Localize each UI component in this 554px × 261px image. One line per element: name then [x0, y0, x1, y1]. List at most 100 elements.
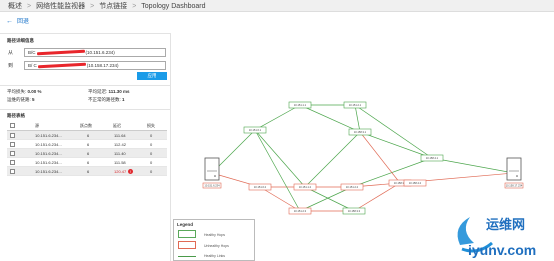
- breadcrumb-item-npm[interactable]: 网络性能监视器: [36, 1, 85, 11]
- hop-node[interactable]: 10.151.1.1: [288, 101, 312, 109]
- from-value-prefix: B/C: [28, 50, 36, 55]
- paths-table-header: 源 跃点数 延迟 损失: [7, 121, 167, 131]
- back-arrow-icon: ←: [6, 18, 13, 25]
- breadcrumb-separator: >: [27, 3, 32, 10]
- redaction-mark: [37, 63, 86, 69]
- row-loss: 0: [150, 142, 153, 147]
- server-node[interactable]: 10.151.6.234: [202, 157, 222, 189]
- node-label: 10.151.6.234: [204, 184, 220, 188]
- warning-icon: !: [128, 169, 134, 175]
- row-hops: 6: [87, 160, 90, 165]
- row-source: 10.151.6.234...: [35, 142, 62, 147]
- topology-link: [304, 131, 361, 188]
- to-field[interactable]: B/ C (10.158.17.234): [24, 61, 166, 70]
- legend-healthy-swatch: [178, 230, 196, 238]
- row-checkbox[interactable]: [10, 151, 15, 156]
- hop-node[interactable]: 10.151.6.2: [248, 183, 272, 191]
- row-loss: 0: [150, 151, 153, 156]
- hop-node[interactable]: 10.151.2.1: [343, 101, 367, 109]
- table-row[interactable]: 10.151.6.234... 6 111.40 0: [7, 149, 167, 158]
- hop-node[interactable]: 10.158.4.1: [420, 154, 444, 162]
- hop-node[interactable]: 10.151.6.1: [243, 126, 267, 134]
- row-checkbox[interactable]: [10, 142, 15, 147]
- row-source: 10.151.6.234...: [35, 151, 62, 156]
- legend-link-swatch: [178, 256, 196, 257]
- table-row[interactable]: 10.151.6.234... 6 120.47! 0: [7, 167, 167, 176]
- topology-link: [359, 131, 401, 184]
- node-label: 10.151.1.1: [294, 103, 307, 107]
- row-latency: 111.58: [114, 160, 126, 165]
- healthy-links-label: 运维的链路:: [7, 97, 31, 102]
- divider: [0, 33, 171, 34]
- hop-node[interactable]: 10.158.3.3: [342, 207, 366, 215]
- topology-link: [254, 104, 301, 131]
- paths-table-title: 路径表格: [7, 113, 25, 118]
- legend-healthy-links: Healthy Links: [204, 254, 226, 258]
- breadcrumb-bar: 概述 > 网络性能监视器 > 节点链接 > Topology Dashboard: [0, 0, 554, 12]
- legend-unhealthy-swatch: [178, 241, 196, 249]
- back-label: 回退: [17, 19, 30, 25]
- server-node[interactable]: 10.158.17.234: [504, 157, 524, 189]
- breadcrumb-item-current: Topology Dashboard: [141, 3, 206, 10]
- to-value-prefix: B/ C: [28, 63, 37, 68]
- row-hops: 6: [87, 151, 90, 156]
- breadcrumb-separator: >: [132, 3, 137, 10]
- breadcrumb: 概述 > 网络性能监视器 > 节点链接 > Topology Dashboard: [8, 1, 206, 11]
- unhealthy-paths-value: 1: [122, 97, 125, 102]
- row-hops: 6: [87, 169, 90, 174]
- row-checkbox[interactable]: [10, 160, 15, 165]
- watermark-url: iyunv.com: [468, 242, 536, 258]
- back-link[interactable]: ← 回退: [6, 16, 29, 25]
- topology-link: [254, 129, 301, 212]
- avg-latency-value: 111.30 ms: [108, 89, 130, 94]
- column-header-latency[interactable]: 延迟: [113, 123, 121, 129]
- path-settings-title: 路径详细信息: [7, 38, 34, 43]
- watermark-brand: 运维网: [486, 217, 525, 232]
- column-header-source[interactable]: 源: [35, 123, 39, 129]
- row-latency: 111.64: [114, 133, 126, 138]
- column-header-loss[interactable]: 损失: [147, 123, 155, 129]
- node-label: 10.151.2.2: [346, 185, 359, 189]
- table-row[interactable]: 10.151.6.234... 6 112.42 0: [7, 140, 167, 149]
- hop-node[interactable]: 10.151.1.2: [293, 183, 317, 191]
- hop-node[interactable]: 10.158.4.2: [403, 179, 427, 187]
- column-header-hops[interactable]: 跃点数: [80, 123, 92, 129]
- row-source: 10.151.6.234...: [35, 169, 62, 174]
- from-value-suffix: (10.151.6.234): [85, 50, 115, 55]
- node-label: 10.151.1.2: [299, 185, 312, 189]
- watermark: 运维网 iyunv.com: [448, 205, 554, 261]
- breadcrumb-item-overview[interactable]: 概述: [8, 1, 22, 11]
- hop-node[interactable]: 10.158.3.1: [348, 128, 372, 136]
- row-loss: 0: [150, 133, 153, 138]
- row-latency: 120.47!: [114, 169, 134, 175]
- table-row[interactable]: 10.151.6.234... 6 111.58 0: [7, 158, 167, 167]
- watermark-logo: 运维网 iyunv.com: [457, 217, 536, 258]
- breadcrumb-separator: >: [90, 3, 95, 10]
- topology-link: [354, 104, 361, 133]
- avg-latency-label: 平均延迟:: [88, 89, 108, 94]
- avg-loss-stat: 平均损失: 0.00 %: [7, 89, 42, 95]
- row-hops: 6: [87, 133, 90, 138]
- unhealthy-paths-stat: 不正常的路径数: 1: [88, 97, 125, 103]
- topology-link: [359, 131, 433, 159]
- select-all-checkbox[interactable]: [10, 123, 15, 128]
- row-hops: 6: [87, 142, 90, 147]
- node-label: 10.151.2.1: [349, 103, 362, 107]
- to-value-suffix: (10.158.17.234): [86, 63, 119, 68]
- hop-node[interactable]: 10.151.2.3: [288, 207, 312, 215]
- node-label: 10.158.3.3: [348, 209, 361, 213]
- table-row[interactable]: 10.151.6.234... 6 111.64 0: [7, 131, 167, 140]
- apply-button[interactable]: 应用: [137, 72, 167, 80]
- from-field[interactable]: B/C (10.151.6.234): [24, 48, 166, 57]
- legend-healthy-hops: Healthy Hops: [204, 233, 226, 237]
- topology-link: [254, 129, 306, 188]
- breadcrumb-item-node-link[interactable]: 节点链接: [99, 1, 127, 11]
- row-loss: 0: [150, 160, 153, 165]
- hop-node[interactable]: 10.151.2.2: [340, 183, 364, 191]
- row-checkbox[interactable]: [10, 133, 15, 138]
- avg-latency-stat: 平均延迟: 111.30 ms: [88, 89, 130, 95]
- node-label: 10.151.6.1: [249, 128, 262, 132]
- topology-link: [431, 157, 515, 174]
- row-loss: 0: [150, 169, 153, 174]
- row-checkbox[interactable]: [10, 169, 15, 174]
